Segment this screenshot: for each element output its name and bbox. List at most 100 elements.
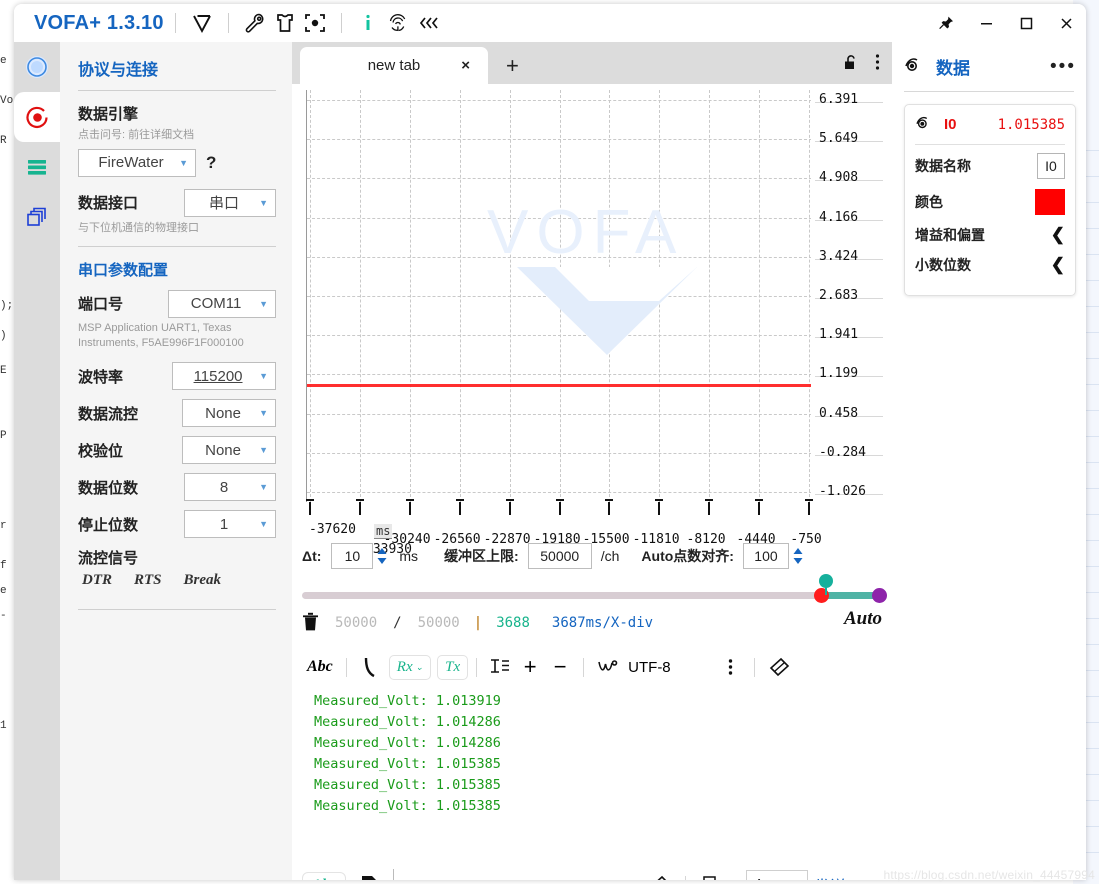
- align-input[interactable]: 100: [742, 543, 789, 569]
- wrench-icon[interactable]: [240, 8, 270, 38]
- info-icon[interactable]: [353, 8, 383, 38]
- sidebar-item-layers[interactable]: [14, 142, 60, 192]
- zoom-in-button[interactable]: +: [515, 652, 545, 682]
- zoom-out-button[interactable]: −: [545, 652, 575, 682]
- chart-x-tick-cap: [805, 499, 813, 501]
- serial-field-label: 数据位数: [78, 479, 139, 497]
- chart-series-i0: [307, 384, 811, 387]
- data-engine-select[interactable]: FireWater ▼: [78, 148, 196, 177]
- chevron-down-icon: ▼: [179, 157, 188, 168]
- newline-select[interactable]: \n ▼: [746, 870, 809, 880]
- sidebar-item-connection[interactable]: [14, 42, 60, 92]
- input-abc-button[interactable]: Abc: [302, 871, 347, 880]
- sidebar-item-record[interactable]: [14, 92, 60, 142]
- tx-toggle[interactable]: Tx: [437, 654, 469, 680]
- port-select[interactable]: COM11 ▼: [168, 289, 276, 318]
- align-stepper[interactable]: [793, 548, 803, 564]
- encoding-label[interactable]: UTF-8: [623, 652, 676, 682]
- trash-icon[interactable]: [302, 612, 319, 635]
- more-options-icon[interactable]: [716, 652, 746, 682]
- flow-signal-dtr-button[interactable]: DTR: [82, 572, 112, 589]
- channel-property-label: 数据名称: [915, 158, 971, 174]
- timeline-selection[interactable]: [822, 592, 878, 599]
- timeline-end-handle[interactable]: [872, 588, 887, 603]
- serial-field-select[interactable]: 8 ▼: [184, 473, 276, 502]
- chevron-down-icon: ▼: [259, 197, 268, 208]
- tab-new-tab[interactable]: new tab ×: [300, 47, 488, 84]
- abc-format-button[interactable]: Abc: [302, 652, 338, 682]
- expand-chevron-icon[interactable]: ❮: [1051, 255, 1065, 275]
- terminal-console[interactable]: Measured_Volt: 1.013919 Measured_Volt: 1.…: [302, 687, 886, 862]
- data-panel-more-button[interactable]: •••: [1050, 56, 1076, 76]
- chevron-down-icon: ▼: [259, 519, 268, 530]
- eye-icon[interactable]: [904, 55, 926, 78]
- tab-close-icon[interactable]: ×: [461, 57, 470, 74]
- chart-x-tick-cap: [705, 499, 713, 501]
- tab-label: new tab: [367, 57, 421, 74]
- chart-x-tick-cap: [356, 499, 364, 501]
- collapse-left-icon[interactable]: [413, 8, 443, 38]
- channel-property-row: 增益和偏置 ❮: [915, 225, 1065, 245]
- background-text-fragment: e: [0, 55, 7, 67]
- shirt-icon[interactable]: [270, 8, 300, 38]
- chart-controls-row: Δt: 10 ms 缓冲区上限: 50000 /ch Auto点数对齐: 100: [302, 540, 886, 572]
- timeline-marker-dot[interactable]: [819, 574, 833, 588]
- waveform-icon[interactable]: [592, 652, 623, 682]
- serial-field-select[interactable]: None ▼: [182, 399, 276, 428]
- sidebar-item-windows[interactable]: [14, 192, 60, 242]
- chart-plot[interactable]: VOFA: [306, 90, 811, 502]
- channel-name-input[interactable]: I0: [1037, 153, 1065, 179]
- close-icon[interactable]: [1046, 6, 1086, 40]
- buffer-input[interactable]: 50000: [527, 543, 592, 569]
- x-axis-unit-label: ms: [374, 524, 393, 539]
- unlock-icon[interactable]: [843, 54, 859, 76]
- data-interface-select[interactable]: 串口 ▼: [184, 188, 276, 217]
- channel-property-label: 颜色: [915, 194, 943, 210]
- chevron-down-icon[interactable]: ⌄: [732, 880, 740, 881]
- target-icon[interactable]: [300, 8, 330, 38]
- buffer-current: 50000: [335, 615, 378, 631]
- chevron-down-icon: ▼: [259, 371, 268, 382]
- chart-x-axis: [306, 499, 813, 515]
- toolbar-separator-1: [345, 657, 347, 677]
- chart-area[interactable]: VOFA 6.391 5.649 4.908 4.166 3.424 2.683 1.941…: [302, 84, 886, 557]
- chart-x-tick-cap: [406, 499, 414, 501]
- serial-field-select[interactable]: 115200 ▼: [172, 362, 276, 391]
- minimize-icon[interactable]: [966, 6, 1006, 40]
- eye-icon[interactable]: [915, 114, 935, 135]
- data-engine-title: 数据引擎: [78, 106, 139, 123]
- command-input[interactable]: [393, 869, 643, 880]
- channel-card-divider: [915, 144, 1065, 145]
- help-question-button[interactable]: ?: [206, 153, 216, 173]
- hook-icon[interactable]: [355, 652, 385, 682]
- text-align-icon[interactable]: [485, 652, 515, 682]
- channel-color-swatch[interactable]: [1035, 189, 1065, 215]
- chart-y-tick-label: -0.284: [819, 445, 866, 460]
- add-tab-button[interactable]: +: [506, 55, 519, 77]
- timeline-track[interactable]: [302, 592, 886, 599]
- script-icon[interactable]: [694, 869, 728, 880]
- expand-chevron-icon[interactable]: ❮: [1051, 225, 1065, 245]
- rx-toggle[interactable]: Rx ⌄: [388, 654, 432, 680]
- buffer-unit: /ch: [600, 548, 620, 564]
- kebab-menu-icon[interactable]: [875, 53, 880, 76]
- clear-console-icon[interactable]: [763, 652, 795, 682]
- flow-signal-break-button[interactable]: Break: [184, 572, 222, 589]
- dt-stepper[interactable]: [377, 548, 387, 564]
- chart-y-tick-label: 4.908: [819, 170, 859, 185]
- pin-icon[interactable]: [926, 6, 966, 40]
- chart-x-tick-cap: [755, 499, 763, 501]
- dt-input[interactable]: 10: [331, 543, 374, 569]
- chart-x-tick: [655, 499, 663, 515]
- timeline-scrollbar[interactable]: [302, 574, 887, 608]
- vofa-logo-icon[interactable]: [187, 8, 217, 38]
- maximize-icon[interactable]: [1006, 6, 1046, 40]
- send-file-icon[interactable]: [353, 869, 387, 880]
- eraser-icon[interactable]: [643, 869, 677, 880]
- serial-field-select[interactable]: 1 ▼: [184, 510, 276, 539]
- send-button[interactable]: 发送(S): [808, 870, 873, 880]
- serial-field-select[interactable]: None ▼: [182, 436, 276, 465]
- auto-mode-label[interactable]: Auto: [844, 608, 882, 630]
- fingerprint-icon[interactable]: [383, 8, 413, 38]
- flow-signal-rts-button[interactable]: RTS: [134, 572, 162, 589]
